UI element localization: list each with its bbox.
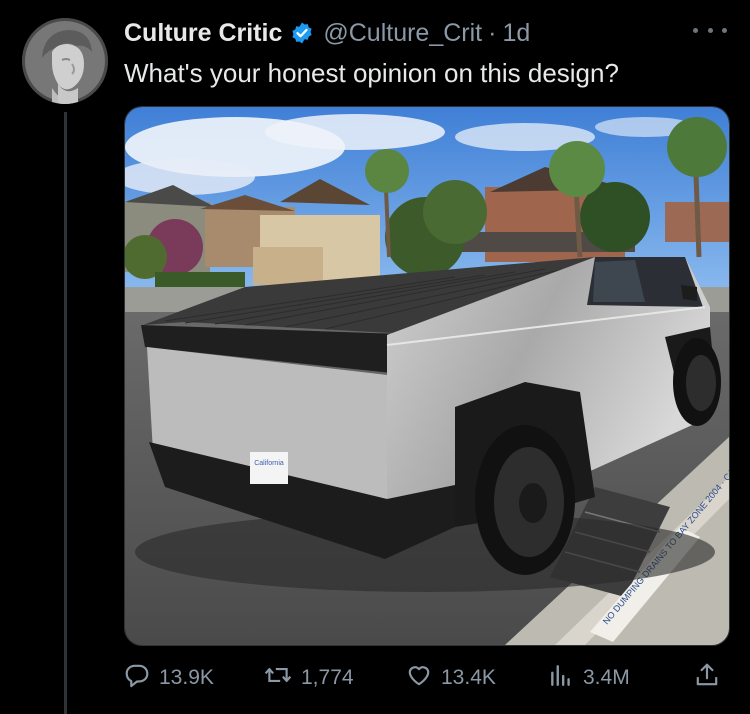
views-icon	[548, 662, 574, 694]
thread-line	[64, 112, 67, 714]
author-name[interactable]: Culture Critic	[124, 19, 282, 48]
repost-count: 1,774	[301, 666, 354, 689]
action-bar: 13.9K 1,774 13.4K 3.4M	[124, 658, 728, 698]
views-count: 3.4M	[583, 666, 630, 689]
avatar[interactable]	[22, 18, 108, 104]
author-handle[interactable]: @Culture_Crit	[323, 19, 482, 48]
views-button[interactable]: 3.4M	[548, 658, 630, 698]
post-text: What's your honest opinion on this desig…	[124, 58, 619, 88]
repost-icon	[264, 662, 292, 694]
avatar-statue-image	[22, 18, 108, 104]
verified-badge-icon	[290, 21, 314, 45]
share-icon	[694, 662, 720, 694]
more-icon[interactable]	[693, 20, 727, 40]
repost-button[interactable]: 1,774	[264, 658, 354, 698]
cybertruck-photo: NO DUMPING DRAINS TO BAY ZONE 2004 · CAL…	[125, 107, 729, 645]
like-button[interactable]: 13.4K	[406, 658, 496, 698]
post-header: Culture Critic @Culture_Crit · 1d	[124, 16, 530, 50]
license-plate-text: California	[254, 460, 284, 467]
like-icon	[406, 662, 432, 694]
like-count: 13.4K	[441, 666, 496, 689]
reply-button[interactable]: 13.9K	[124, 658, 214, 698]
post-time[interactable]: 1d	[502, 19, 530, 48]
separator-dot: ·	[488, 18, 497, 47]
reply-count: 13.9K	[159, 666, 214, 689]
reply-icon	[124, 662, 150, 694]
share-button[interactable]	[694, 658, 720, 698]
post-image[interactable]: NO DUMPING DRAINS TO BAY ZONE 2004 · CAL…	[124, 106, 730, 646]
